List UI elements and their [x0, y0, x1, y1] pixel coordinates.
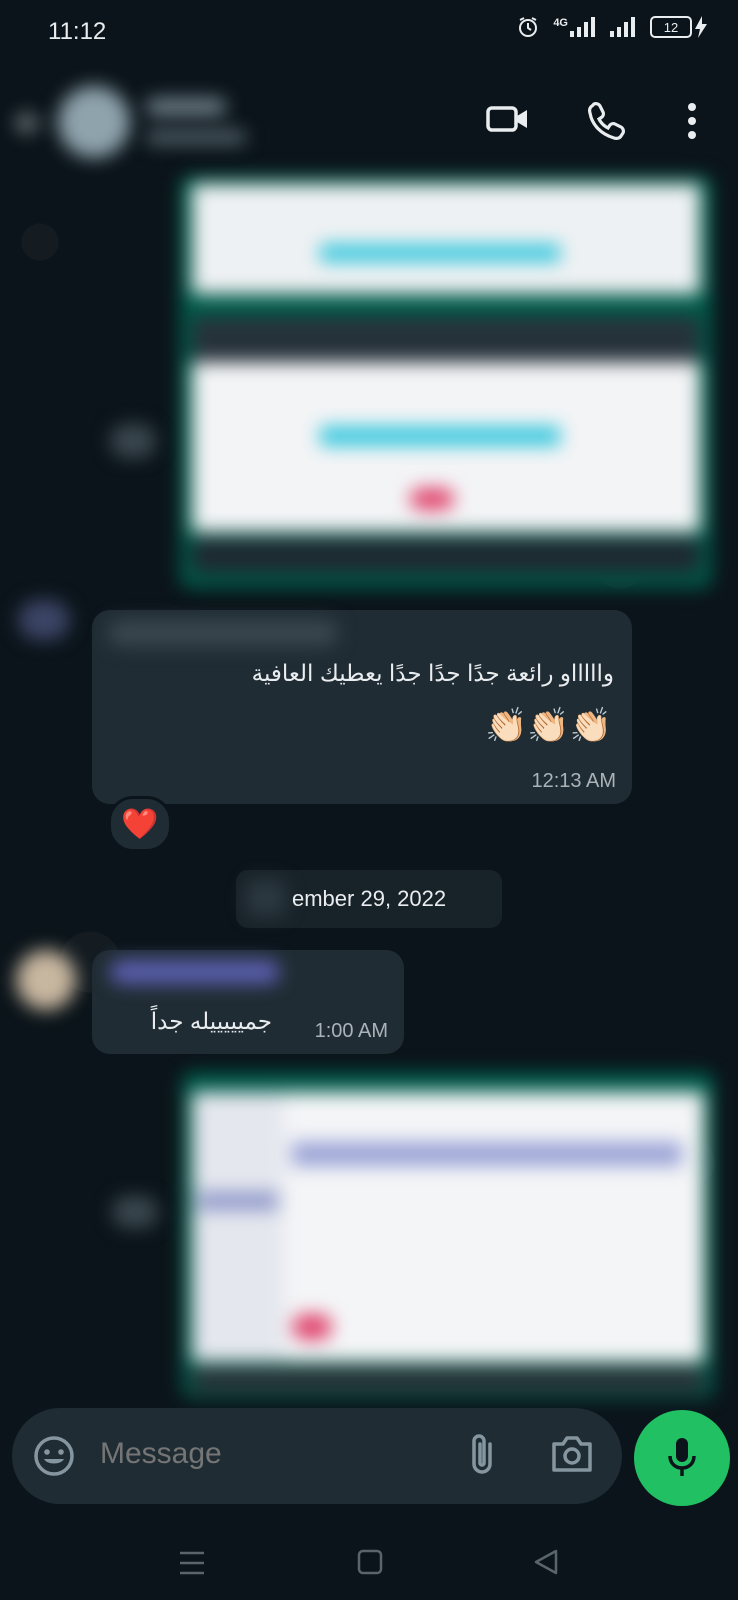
voice-call-icon[interactable] — [586, 100, 626, 145]
text-message-incoming[interactable]: واااااو رائعة جدًا جدًا جدًا يعطيك العاف… — [92, 610, 632, 804]
image-message-outgoing[interactable] — [182, 1072, 714, 1398]
alarm-icon — [519, 17, 538, 37]
status-icons: 4G 12 — [517, 16, 708, 38]
sender-name-blurred — [108, 620, 338, 646]
heart-reaction[interactable]: ❤️ — [108, 796, 172, 852]
network-type-label: 4G — [553, 17, 568, 29]
contact-name-blurred[interactable] — [146, 98, 226, 116]
message-text: جميييييله جداً — [150, 1008, 272, 1034]
status-time: 11:12 — [48, 18, 107, 45]
image-message-outgoing[interactable] — [180, 176, 712, 588]
sender-avatar[interactable] — [16, 950, 76, 1010]
message-emoji: 👏🏻👏🏻👏🏻 — [484, 707, 612, 745]
attachment-icon[interactable] — [466, 1432, 498, 1483]
back-arrow-icon[interactable] — [14, 108, 48, 143]
more-options-icon[interactable] — [686, 102, 698, 145]
message-input[interactable] — [98, 1436, 432, 1472]
video-call-icon[interactable] — [486, 104, 530, 139]
battery-level: 12 — [650, 16, 692, 38]
signal-icon — [610, 17, 635, 37]
chat-header — [0, 64, 738, 182]
forward-icon[interactable] — [112, 1196, 158, 1228]
message-time: 1:00 AM — [314, 1020, 388, 1042]
sender-avatar[interactable] — [18, 600, 70, 640]
message-text: واااااو رائعة جدًا جدًا جدًا يعطيك العاف… — [251, 660, 614, 686]
date-divider: ember 29, 2022 — [236, 870, 502, 928]
sender-name-blurred — [110, 960, 280, 984]
contact-avatar[interactable] — [58, 86, 130, 158]
forward-icon[interactable] — [110, 424, 156, 458]
text-message-incoming[interactable]: جميييييله جداً 1:00 AM — [92, 950, 404, 1054]
charging-icon — [695, 16, 707, 38]
signal-4g-icon: 4G — [553, 17, 596, 37]
system-nav-bar — [0, 1530, 738, 1600]
message-time: 12:13 AM — [531, 770, 616, 792]
emoji-icon[interactable] — [32, 1434, 76, 1483]
date-blur-overlay — [246, 880, 286, 916]
status-bar: 11:12 4G 12 — [0, 0, 738, 64]
camera-icon[interactable] — [550, 1434, 594, 1479]
recents-menu-icon[interactable] — [178, 1550, 206, 1581]
battery-icon: 12 — [650, 16, 708, 38]
back-triangle-icon[interactable] — [532, 1548, 560, 1581]
microphone-icon — [668, 1438, 696, 1476]
voice-record-button[interactable] — [634, 1410, 730, 1506]
home-square-icon[interactable] — [356, 1548, 384, 1581]
contact-status-blurred — [146, 130, 246, 144]
date-text: ember 29, 2022 — [292, 886, 447, 911]
